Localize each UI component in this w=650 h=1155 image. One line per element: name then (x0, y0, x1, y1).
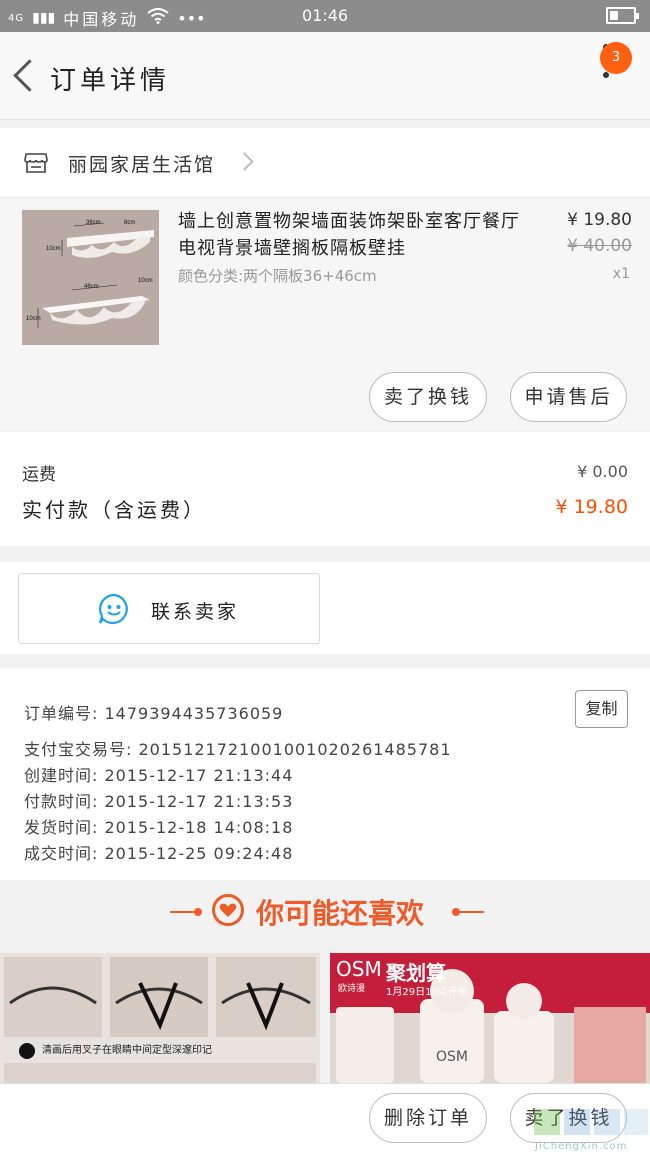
contact-seller-button[interactable]: 联系卖家 (18, 573, 320, 644)
status-time: 01:46 (301, 6, 349, 25)
alipay-number: 支付宝交易号: 2015121721001001020261485781 (24, 740, 452, 759)
recommend-item[interactable]: OSM 欧诗漫 聚划算 1月29日10点开抢 OSM (330, 953, 650, 1083)
store-name: 丽园家居生活馆 (68, 154, 216, 176)
product-title[interactable]: 墙上创意置物架墙面装饰架卧室客厅餐厅电视背景墙壁搁板隔板壁挂 (178, 208, 538, 262)
dim-top-height: 10cm (46, 246, 61, 252)
recommend-item[interactable]: 清画后用叉子在眼睛中间定型深邃印记 (0, 953, 320, 1083)
store-icon (24, 152, 48, 174)
heart-icon (212, 894, 244, 926)
shipped-time: 发货时间: 2015-12-18 14:08:18 (24, 818, 294, 837)
order-info: 订单编号: 1479394435736059 复制 支付宝交易号: 201512… (0, 668, 650, 880)
product-quantity: x1 (612, 266, 630, 282)
sell-again-button[interactable]: 卖了换钱 (369, 372, 487, 422)
copy-button[interactable]: 复制 (575, 690, 628, 728)
dim-top-depth: 8cm (124, 220, 135, 226)
product-sku: 颜色分类:两个隔板36+46cm (178, 267, 377, 285)
shipping-value: ¥ 0.00 (577, 462, 628, 481)
watermark-text: JiChengXin.com (535, 1141, 628, 1152)
divider-right (456, 911, 484, 913)
dim-bottom-height: 10cm (26, 316, 41, 322)
dim-bottom-width: 46cm (84, 284, 99, 290)
status-bar: 4G ▮▮▮ 中国移动 ••• 01:46 (0, 0, 650, 32)
brand-chinese: 欧诗漫 (338, 984, 366, 994)
recommend-caption: 清画后用叉子在眼睛中间定型深邃印记 (42, 1045, 212, 1056)
store-row[interactable]: 丽园家居生活馆 (0, 128, 650, 198)
product-original-price: ¥ 40.00 (567, 236, 632, 256)
page-title: 订单详情 (50, 66, 171, 96)
contact-seller-label: 联系卖家 (151, 601, 240, 623)
brand-logo: OSM (336, 957, 382, 981)
back-button[interactable] (10, 58, 42, 94)
paid-time: 付款时间: 2015-12-17 21:13:53 (24, 792, 294, 811)
recommend-title: 你可能还喜欢 (256, 897, 425, 930)
recommend-header: 你可能还喜欢 (0, 880, 650, 946)
shipping-label: 运费 (22, 465, 56, 485)
created-time: 创建时间: 2015-12-17 21:13:44 (24, 766, 294, 785)
chevron-right-icon (235, 152, 254, 171)
fee-summary: 运费 ¥ 0.00 实付款（含运费） ¥ 19.80 (0, 432, 650, 546)
dim-top-width: 36cm (86, 220, 101, 226)
battery-icon (606, 7, 639, 24)
promo-date: 1月29日10点开抢 (386, 987, 468, 998)
product-image[interactable]: 36cm 8cm 10cm 46cm 10cm 10cm (22, 210, 159, 345)
dim-bottom-depth: 10cm (138, 278, 153, 284)
nav-bar: 订单详情 (0, 32, 650, 120)
contact-section: 联系卖家 (0, 562, 650, 654)
order-number: 订单编号: 1479394435736059 (24, 704, 284, 723)
product-bottle-label: OSM (436, 1049, 468, 1065)
completed-time: 成交时间: 2015-12-25 09:24:48 (24, 844, 294, 863)
product-item: 36cm 8cm 10cm 46cm 10cm 10cm 墙上创意置物架墙面装饰… (0, 198, 650, 430)
notification-badge: 3 (600, 42, 632, 74)
delete-order-button[interactable]: 删除订单 (369, 1093, 487, 1143)
total-label: 实付款（含运费） (22, 498, 206, 522)
divider-dot-left (194, 908, 202, 916)
promo-badge: 聚划算 (386, 961, 446, 985)
product-price: ¥ 19.80 (567, 210, 632, 230)
after-sale-button[interactable]: 申请售后 (510, 372, 627, 422)
chat-bubble-icon (97, 592, 131, 626)
total-value: ¥ 19.80 (555, 496, 628, 518)
